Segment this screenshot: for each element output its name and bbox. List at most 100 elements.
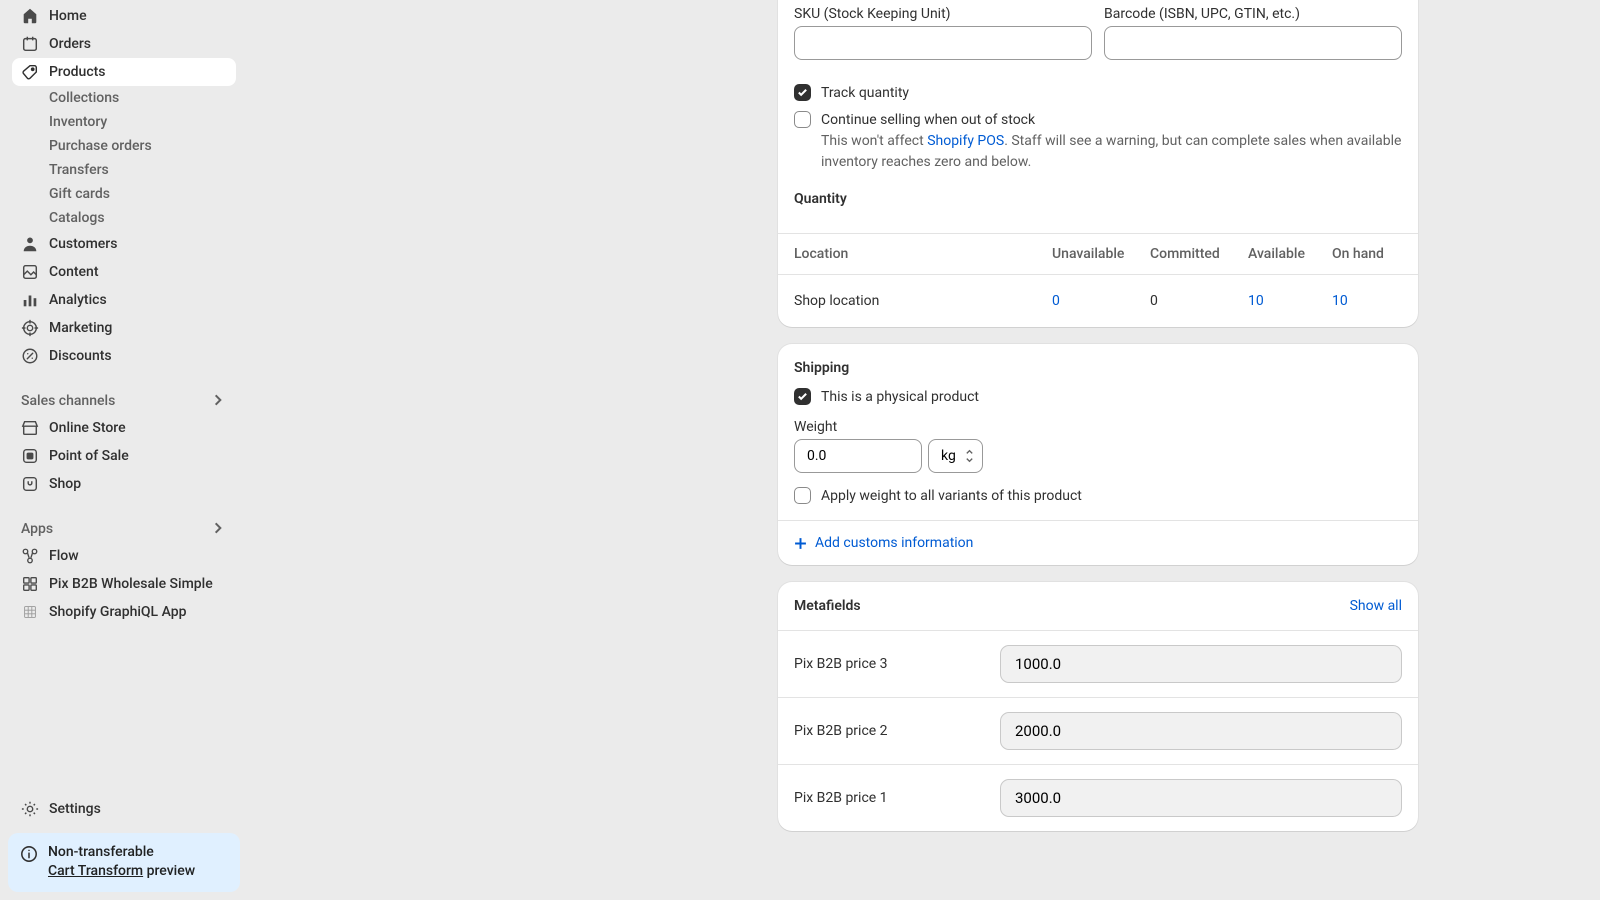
metafield-row: Pix B2B price 2: [778, 697, 1418, 764]
quantity-heading: Quantity: [794, 191, 1402, 207]
continue-selling-label: Continue selling when out of stock: [821, 112, 1035, 128]
metafield-label: Pix B2B price 3: [794, 656, 984, 672]
nav-home[interactable]: Home: [12, 2, 236, 30]
nav-inventory[interactable]: Inventory: [12, 110, 236, 134]
content-icon: [21, 263, 39, 281]
gear-icon: [21, 800, 39, 818]
section-label: Apps: [21, 521, 53, 537]
track-quantity-checkbox[interactable]: [794, 84, 811, 101]
nav-label: Settings: [49, 801, 101, 817]
nav-label: Content: [49, 264, 99, 280]
nav-graphiql[interactable]: Shopify GraphiQL App: [12, 598, 236, 626]
quantity-table: Location Unavailable Committed Available…: [778, 233, 1418, 327]
table-row: Shop location 0 0 10 10: [778, 274, 1418, 327]
nav-label: Marketing: [49, 320, 112, 336]
nav-label: Orders: [49, 36, 91, 52]
physical-product-label: This is a physical product: [821, 389, 979, 405]
notice-banner: Non-transferable Cart Transform preview: [8, 833, 240, 892]
sku-input[interactable]: [794, 26, 1092, 60]
nav-catalogs[interactable]: Catalogs: [12, 206, 236, 230]
nav-marketing[interactable]: Marketing: [12, 314, 236, 342]
metafield-input[interactable]: [1000, 645, 1402, 683]
nav-label: Shop: [49, 476, 81, 492]
row-unavailable[interactable]: 0: [1052, 293, 1150, 309]
nav-label: Shopify GraphiQL App: [49, 604, 187, 620]
nav-flow[interactable]: Flow: [12, 542, 236, 570]
nav-label: Customers: [49, 236, 117, 252]
nav-label: Home: [49, 8, 87, 24]
row-onhand[interactable]: 10: [1332, 293, 1402, 309]
nav-purchase-orders[interactable]: Purchase orders: [12, 134, 236, 158]
weight-unit-select[interactable]: kg: [928, 439, 983, 473]
barcode-input[interactable]: [1104, 26, 1402, 60]
nav-collections[interactable]: Collections: [12, 86, 236, 110]
select-caret-icon: [965, 450, 974, 463]
nav-products[interactable]: Products: [12, 58, 236, 86]
nav-gift-cards[interactable]: Gift cards: [12, 182, 236, 206]
col-location: Location: [794, 246, 1052, 262]
nav-analytics[interactable]: Analytics: [12, 286, 236, 314]
metafield-input[interactable]: [1000, 712, 1402, 750]
sidebar: Home Orders Products Collections Invento…: [0, 0, 248, 900]
target-icon: [21, 319, 39, 337]
nav-online-store[interactable]: Online Store: [12, 414, 236, 442]
help-text: This won't affect Shopify POS. Staff wil…: [821, 131, 1402, 173]
home-icon: [21, 7, 39, 25]
track-quantity-label: Track quantity: [821, 85, 909, 101]
nav-label: Point of Sale: [49, 448, 129, 464]
col-available: Available: [1248, 246, 1332, 262]
notice-line: Non-transferable: [48, 844, 154, 860]
nav-customers[interactable]: Customers: [12, 230, 236, 258]
nav-point-of-sale[interactable]: Point of Sale: [12, 442, 236, 470]
metafields-card: Metafields Show all Pix B2B price 3 Pix …: [778, 582, 1418, 831]
metafield-label: Pix B2B price 1: [794, 790, 984, 806]
notice-link[interactable]: Cart Transform: [48, 863, 143, 879]
flow-icon: [21, 547, 39, 565]
main-content: SKU (Stock Keeping Unit) Barcode (ISBN, …: [248, 0, 1600, 900]
nav-content[interactable]: Content: [12, 258, 236, 286]
apps-header[interactable]: Apps: [12, 516, 236, 542]
continue-selling-checkbox[interactable]: [794, 111, 811, 128]
metafield-input[interactable]: [1000, 779, 1402, 817]
show-all-link[interactable]: Show all: [1350, 598, 1402, 614]
sales-channels-header[interactable]: Sales channels: [12, 388, 236, 414]
barcode-label: Barcode (ISBN, UPC, GTIN, etc.): [1104, 6, 1402, 22]
notice-suffix: preview: [143, 863, 195, 879]
add-customs-label: Add customs information: [815, 535, 973, 551]
nav-shop[interactable]: Shop: [12, 470, 236, 498]
app-icon: [21, 603, 39, 621]
discount-icon: [21, 347, 39, 365]
metafield-label: Pix B2B price 2: [794, 723, 984, 739]
inventory-card: SKU (Stock Keeping Unit) Barcode (ISBN, …: [778, 0, 1418, 327]
shipping-title: Shipping: [794, 360, 1402, 376]
nav-orders[interactable]: Orders: [12, 30, 236, 58]
apply-weight-checkbox[interactable]: [794, 487, 811, 504]
store-icon: [21, 419, 39, 437]
shopify-pos-link[interactable]: Shopify POS: [927, 133, 1004, 149]
metafield-row: Pix B2B price 1: [778, 764, 1418, 831]
pos-icon: [21, 447, 39, 465]
nav-label: Flow: [49, 548, 79, 564]
row-location: Shop location: [794, 293, 1052, 309]
weight-input[interactable]: [794, 439, 922, 473]
nav-settings[interactable]: Settings: [12, 795, 236, 823]
nav-label: Online Store: [49, 420, 126, 436]
nav-label: Analytics: [49, 292, 107, 308]
row-committed: 0: [1150, 293, 1248, 309]
nav-transfers[interactable]: Transfers: [12, 158, 236, 182]
plus-icon: [794, 537, 807, 550]
chevron-right-icon: [211, 521, 227, 537]
nav-discounts[interactable]: Discounts: [12, 342, 236, 370]
row-available[interactable]: 10: [1248, 293, 1332, 309]
col-unavailable: Unavailable: [1052, 246, 1150, 262]
nav-pix-b2b[interactable]: Pix B2B Wholesale Simple: [12, 570, 236, 598]
weight-label: Weight: [794, 419, 1402, 435]
col-onhand: On hand: [1332, 246, 1402, 262]
analytics-icon: [21, 291, 39, 309]
tag-icon: [21, 63, 39, 81]
person-icon: [21, 235, 39, 253]
add-customs-button[interactable]: Add customs information: [778, 521, 1418, 565]
sku-label: SKU (Stock Keeping Unit): [794, 6, 1092, 22]
apply-weight-label: Apply weight to all variants of this pro…: [821, 488, 1082, 504]
physical-product-checkbox[interactable]: [794, 388, 811, 405]
